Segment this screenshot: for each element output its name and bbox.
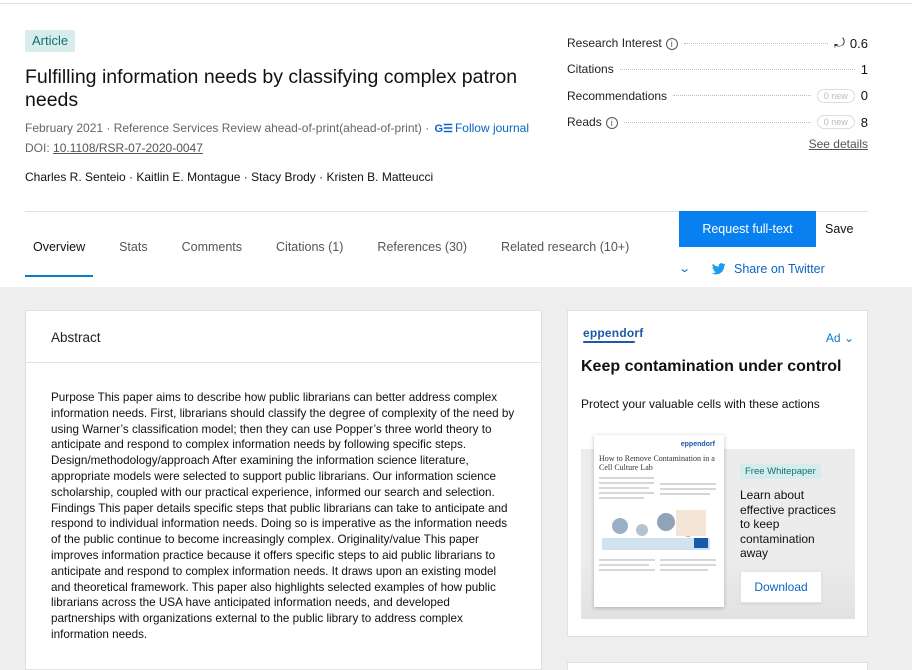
ad-title: Keep contamination under control (581, 358, 842, 375)
cell-illustration (602, 510, 710, 550)
text-line (660, 569, 708, 571)
chevron-down-icon: ⌄ (843, 331, 854, 345)
dotted-leader (683, 42, 829, 44)
text-line (599, 559, 655, 561)
tab-related-research[interactable]: Related research (10+) (493, 225, 637, 275)
tab-references[interactable]: References (30) (369, 225, 475, 275)
reads-value: 0 new 8 (810, 114, 868, 130)
text-line (660, 493, 710, 495)
research-interest-value: ⤾ 0.6 (828, 35, 868, 52)
new-pill: 0 new (816, 88, 855, 103)
ad-description: Learn about effective practices to keep … (740, 488, 836, 560)
date-journal: February 2021 · Reference Services Revie… (25, 121, 430, 135)
citations-label: Citations (567, 62, 620, 77)
text-line (599, 569, 655, 571)
twitter-icon (712, 263, 726, 275)
ad-subtitle: Protect your valuable cells with these a… (581, 397, 820, 411)
tab-bar: Overview Stats Comments Citations (1) Re… (25, 225, 655, 277)
dotted-leader (673, 95, 811, 97)
abstract-card: Abstract Purpose This paper aims to desc… (25, 310, 542, 670)
recommendations-value: 0 new 0 (810, 88, 868, 104)
follow-icon: G☰ (434, 123, 453, 135)
request-fulltext-button[interactable]: Request full-text (679, 211, 816, 247)
text-line (660, 488, 716, 490)
ad-card[interactable]: eppendorf Ad ⌄ Keep contamination under … (567, 310, 868, 637)
ad-visual: eppendorf How to Remove Contamination in… (581, 435, 855, 619)
text-line (599, 477, 654, 479)
text-line (599, 497, 644, 499)
text-line (660, 559, 716, 561)
share-twitter-button[interactable]: Share on Twitter (712, 262, 825, 276)
tab-stats[interactable]: Stats (111, 225, 156, 275)
text-line (660, 483, 716, 485)
research-interest-icon: ⤾ (834, 35, 845, 51)
stat-citations: Citations 1 (567, 56, 868, 82)
doi-line: DOI: 10.1108/RSR-07-2020-0047 (25, 141, 203, 155)
tab-overview[interactable]: Overview (25, 225, 94, 277)
whitepaper-cover: eppendorf How to Remove Contamination in… (594, 435, 724, 607)
whitepaper-title: How to Remove Contamination in a Cell Cu… (599, 454, 715, 472)
whitepaper-brand: eppendorf (680, 441, 715, 448)
follow-journal-link[interactable]: G☰ Follow journal (435, 121, 529, 135)
next-card (567, 662, 868, 670)
stat-research-interest: Research Interest i ⤾ 0.6 (567, 30, 868, 56)
stat-reads: Reads i 0 new 8 (567, 109, 868, 135)
text-line (599, 492, 654, 494)
research-interest-label: Research Interest i (567, 36, 684, 51)
eppendorf-logo: eppendorf (583, 326, 643, 343)
share-twitter-label: Share on Twitter (734, 262, 825, 276)
citations-value: 1 (854, 61, 868, 77)
article-meta: February 2021 · Reference Services Revie… (25, 121, 529, 135)
info-icon[interactable]: i (605, 117, 618, 130)
author-list[interactable]: Charles R. Senteio · Kaitlin E. Montague… (25, 170, 433, 184)
stats-panel: Research Interest i ⤾ 0.6 Citations 1 Reco… (567, 30, 868, 151)
doi-prefix: DOI: (25, 141, 50, 155)
see-details-link[interactable]: See details (809, 137, 868, 151)
top-strip (0, 0, 912, 4)
reads-label: Reads i (567, 115, 624, 130)
tab-citations[interactable]: Citations (1) (268, 225, 351, 275)
doi-link[interactable]: 10.1108/RSR-07-2020-0047 (53, 141, 203, 155)
text-line (660, 564, 716, 566)
stat-recommendations: Recommendations 0 new 0 (567, 83, 868, 109)
info-icon[interactable]: i (665, 38, 678, 51)
abstract-text: Purpose This paper aims to describe how … (51, 391, 515, 641)
text-line (599, 564, 649, 566)
dotted-leader (623, 121, 811, 123)
article-title: Fulfilling information needs by classify… (25, 66, 518, 111)
dotted-leader (619, 68, 855, 70)
free-whitepaper-badge: Free Whitepaper (740, 464, 821, 479)
new-pill: 0 new (816, 115, 855, 130)
recommendations-label: Recommendations (567, 88, 674, 103)
abstract-heading: Abstract (26, 311, 541, 363)
text-line (599, 482, 654, 484)
article-type-badge: Article (25, 30, 76, 52)
ad-label[interactable]: Ad ⌄ (826, 331, 854, 345)
download-button[interactable]: Download (740, 571, 822, 603)
follow-journal-label: Follow journal (454, 121, 529, 135)
chevron-down-icon[interactable]: ⌄ (678, 262, 691, 275)
save-button[interactable]: Save (825, 222, 854, 236)
text-line (599, 487, 649, 489)
tab-comments[interactable]: Comments (174, 225, 250, 275)
